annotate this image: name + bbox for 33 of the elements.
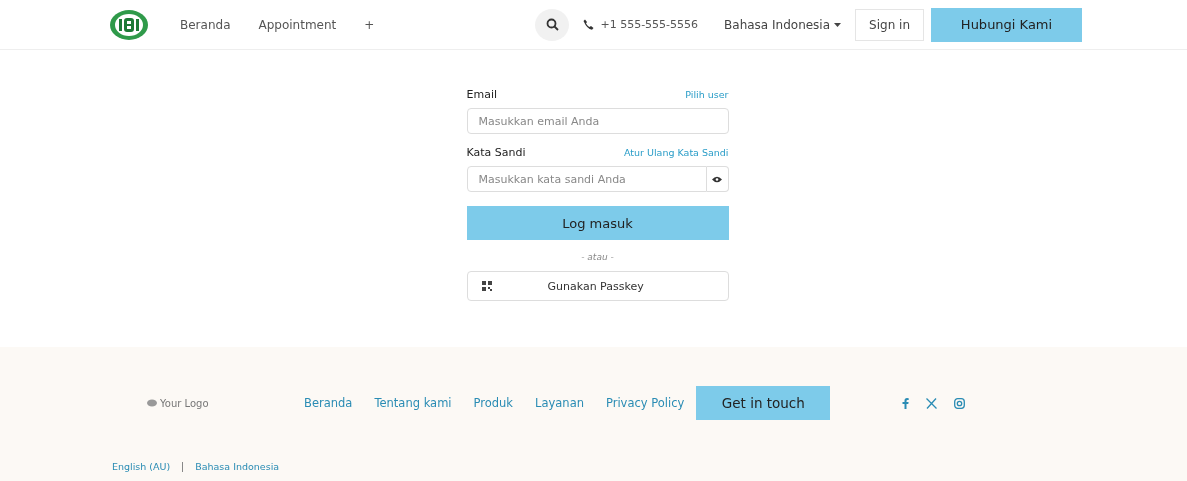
login-button[interactable]: Log masuk bbox=[466, 206, 729, 240]
nav-link[interactable]: Beranda bbox=[180, 17, 231, 32]
password-label: Kata Sandi bbox=[466, 145, 526, 159]
footer-link[interactable]: Layanan bbox=[535, 396, 584, 410]
camera-icon[interactable] bbox=[954, 397, 966, 409]
caret-icon bbox=[834, 22, 842, 27]
contact-button[interactable]: Hubungi Kami bbox=[931, 7, 1082, 42]
facebook-icon[interactable] bbox=[902, 397, 910, 409]
separator-text: - atau - bbox=[580, 252, 615, 262]
footer-link[interactable]: Beranda bbox=[304, 396, 353, 410]
x-icon[interactable] bbox=[926, 397, 938, 409]
nav-link[interactable]: + bbox=[364, 17, 375, 32]
language-dropdown[interactable]: Bahasa Indonesia bbox=[724, 17, 842, 32]
eye-icon bbox=[712, 175, 722, 183]
email-label: Email bbox=[466, 87, 498, 101]
search-button[interactable] bbox=[535, 8, 570, 41]
get-in-touch-button[interactable]: Get in touch bbox=[696, 386, 831, 420]
footer-link[interactable]: Tentang kami bbox=[374, 396, 452, 410]
search-icon bbox=[545, 18, 559, 31]
language-link[interactable]: Bahasa Indonesia bbox=[195, 461, 280, 472]
footer-link[interactable]: Privacy Policy bbox=[605, 396, 685, 410]
show-password-button[interactable] bbox=[706, 166, 729, 192]
email-field[interactable]: Masukkan email Anda bbox=[466, 108, 729, 134]
language-link[interactable]: English (AU) bbox=[112, 461, 171, 472]
nav-link[interactable]: Appointment bbox=[258, 17, 337, 32]
phone-link[interactable]: +1 555-555-5556 bbox=[600, 18, 699, 31]
qr-icon bbox=[481, 281, 492, 291]
logo-text: Your Logo bbox=[160, 397, 209, 409]
password-field[interactable]: Masukkan kata sandi Anda bbox=[466, 166, 707, 192]
footer-link[interactable]: Produk bbox=[473, 396, 514, 410]
sign-in-button[interactable]: Sign in bbox=[855, 8, 924, 41]
passkey-button[interactable]: Gunakan Passkey bbox=[466, 271, 729, 301]
phone-icon bbox=[583, 19, 595, 30]
